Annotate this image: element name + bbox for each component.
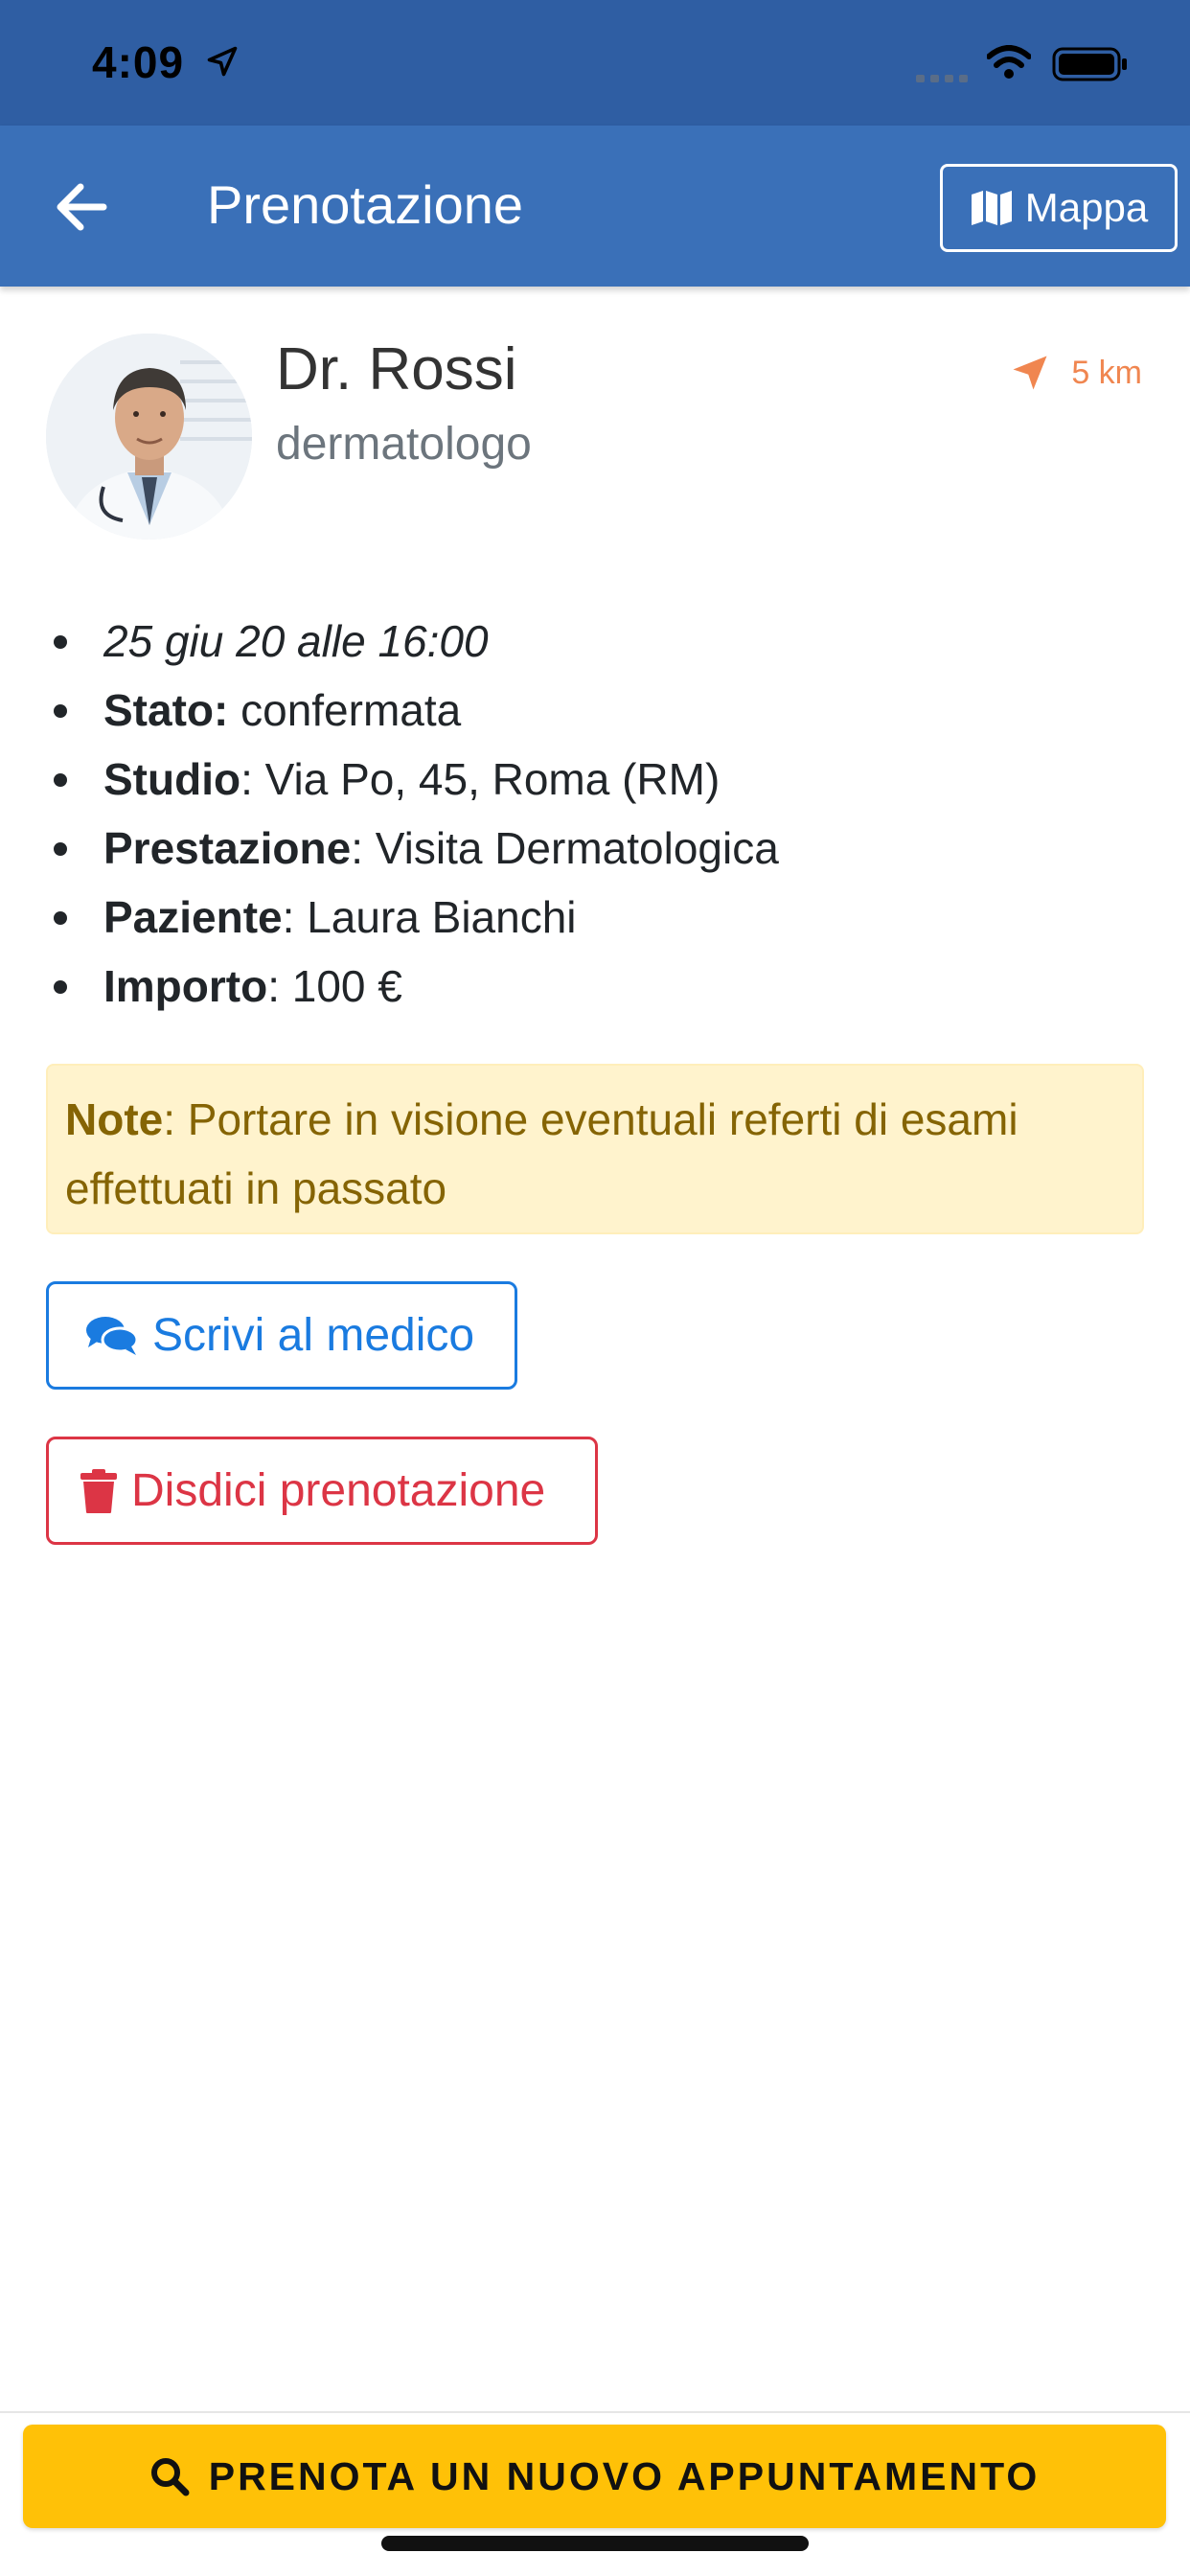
doctor-photo xyxy=(46,334,252,540)
book-new-appointment-button[interactable]: PRENOTA UN NUOVO APPUNTAMENTO xyxy=(23,2425,1166,2528)
write-doctor-button[interactable]: Scrivi al medico xyxy=(46,1281,517,1390)
detail-amount: Importo: 100 € xyxy=(54,952,1136,1021)
doctor-name: Dr. Rossi xyxy=(276,336,517,402)
detail-service: Prestazione: Visita Dermatologica xyxy=(54,814,1136,883)
battery-icon xyxy=(1052,47,1127,81)
search-icon xyxy=(150,2458,190,2496)
note-alert: Note: Portare in visione eventuali refer… xyxy=(46,1064,1144,1234)
write-doctor-label: Scrivi al medico xyxy=(152,1310,475,1361)
nav-bar: Prenotazione Mappa xyxy=(0,126,1190,287)
page-title: Prenotazione xyxy=(207,174,524,235)
map-button[interactable]: Mappa xyxy=(940,164,1178,252)
doctor-specialty: dermatologo xyxy=(276,419,532,470)
comments-icon xyxy=(86,1316,139,1355)
map-icon xyxy=(971,191,1012,225)
footer-divider xyxy=(0,2411,1190,2413)
signal-icon xyxy=(916,75,968,82)
cancel-booking-label: Disdici prenotazione xyxy=(131,1465,546,1516)
note-label: Note xyxy=(65,1094,164,1144)
book-new-appointment-label: PRENOTA UN NUOVO APPUNTAMENTO xyxy=(208,2453,1041,2498)
booking-details: 25 giu 20 alle 16:00 Stato: confermata S… xyxy=(54,607,1136,1021)
detail-status: Stato: confermata xyxy=(54,676,1136,745)
distance-indicator: 5 km xyxy=(1010,353,1142,393)
wifi-icon xyxy=(987,45,1031,79)
location-arrow-icon xyxy=(1013,356,1047,390)
status-time: 4:09 xyxy=(92,37,185,87)
doctor-avatar xyxy=(46,334,252,540)
trash-icon xyxy=(80,1468,117,1513)
map-button-label: Mappa xyxy=(1024,185,1149,230)
detail-patient: Paziente: Laura Bianchi xyxy=(54,883,1136,952)
note-text: : Portare in visione eventuali referti d… xyxy=(65,1094,1018,1213)
status-bar: 4:09 xyxy=(0,0,1190,126)
location-arrow-icon xyxy=(207,46,238,77)
distance-value: 5 km xyxy=(1071,354,1142,391)
detail-studio: Studio: Via Po, 45, Roma (RM) xyxy=(54,745,1136,814)
detail-datetime: 25 giu 20 alle 16:00 xyxy=(54,607,1136,676)
cancel-booking-button[interactable]: Disdici prenotazione xyxy=(46,1437,598,1545)
home-indicator xyxy=(381,2536,809,2551)
back-arrow-icon[interactable] xyxy=(48,173,115,241)
